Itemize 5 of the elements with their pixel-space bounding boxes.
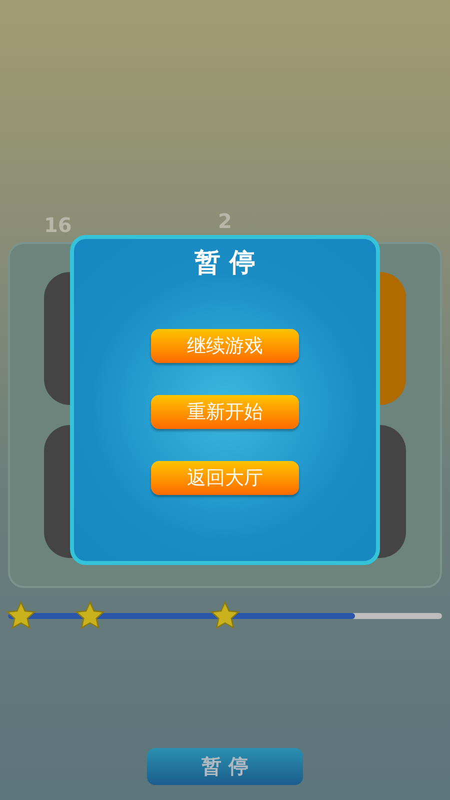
dialog-title: 暂 停	[194, 247, 256, 280]
menu-button[interactable]: 重新开始	[151, 395, 299, 429]
menu-button[interactable]: 继续游戏	[151, 329, 299, 363]
menu-button[interactable]: 返回大厅	[151, 461, 299, 495]
pause-button[interactable]: 暂 停	[147, 748, 303, 785]
